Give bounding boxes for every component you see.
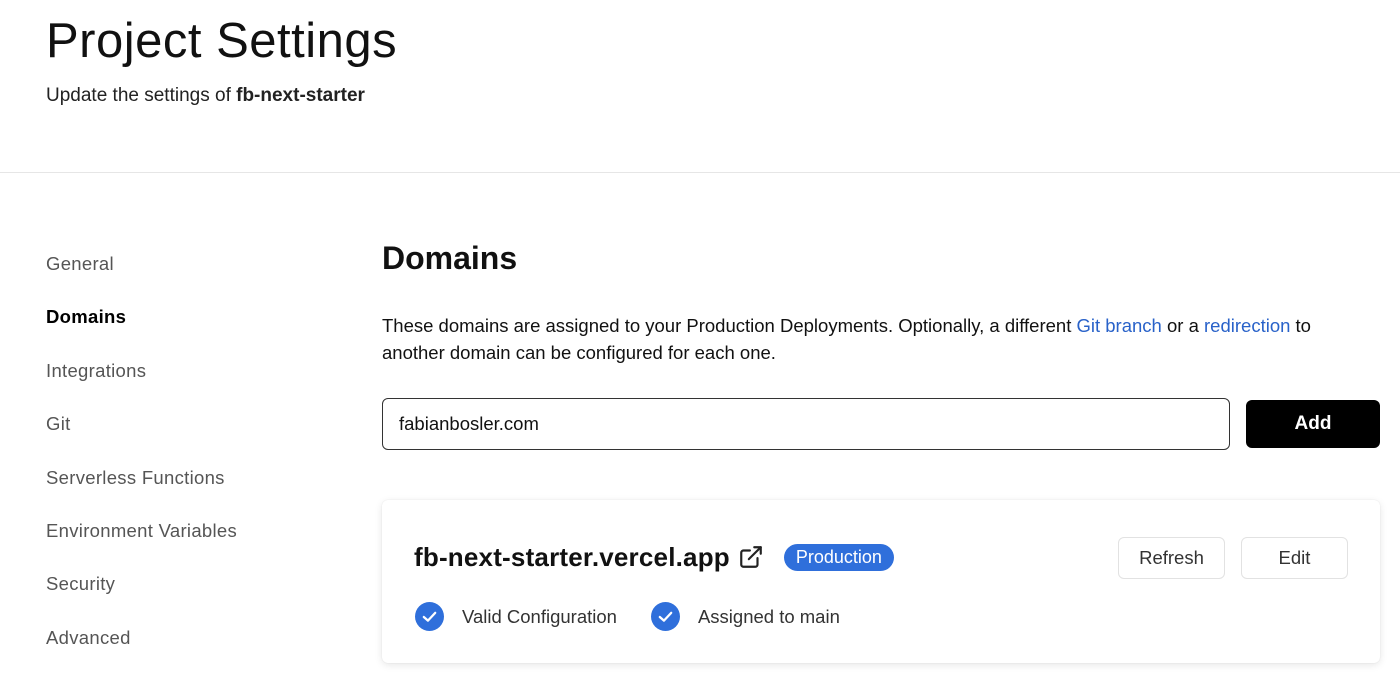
edit-button[interactable]: Edit <box>1241 537 1348 579</box>
redirection-link[interactable]: redirection <box>1204 315 1290 336</box>
domain-card-header: fb-next-starter.vercel.app Production <box>414 540 894 574</box>
refresh-button[interactable]: Refresh <box>1118 537 1225 579</box>
page-header: Project Settings Update the settings of … <box>46 14 397 108</box>
sidebar-item-integrations[interactable]: Integrations <box>46 357 346 410</box>
sidebar-item-serverless-functions[interactable]: Serverless Functions <box>46 464 346 517</box>
status-valid-configuration: Valid Configuration <box>415 602 617 631</box>
project-settings-page: Project Settings Update the settings of … <box>0 0 1400 687</box>
git-branch-link[interactable]: Git branch <box>1076 315 1161 336</box>
sidebar-item-domains[interactable]: Domains <box>46 303 346 356</box>
sidebar-item-general[interactable]: General <box>46 250 346 303</box>
status-label: Valid Configuration <box>462 605 617 627</box>
status-assigned-branch: Assigned to main <box>650 602 840 631</box>
description-text: These domains are assigned to your Produ… <box>382 315 1077 336</box>
sidebar-item-git[interactable]: Git <box>46 410 346 463</box>
add-domain-button[interactable]: Add <box>1246 400 1380 448</box>
domains-section: Domains These domains are assigned to yo… <box>382 238 1380 663</box>
domain-name: fb-next-starter.vercel.app <box>414 541 730 572</box>
page-title: Project Settings <box>46 14 398 68</box>
sidebar-item-security[interactable]: Security <box>46 570 346 623</box>
description-text: or a <box>1161 315 1205 336</box>
check-circle-icon <box>415 602 444 631</box>
sidebar-item-environment-variables[interactable]: Environment Variables <box>46 517 346 570</box>
status-label: Assigned to main <box>697 605 840 627</box>
domains-description: These domains are assigned to your Produ… <box>382 312 1372 366</box>
status-row: Valid Configuration Assigned to main <box>415 602 874 631</box>
section-title: Domains <box>382 240 518 276</box>
project-name: fb-next-starter <box>236 85 365 106</box>
domain-card: fb-next-starter.vercel.app Production Re… <box>382 500 1380 663</box>
external-link-icon[interactable] <box>738 544 764 570</box>
domain-input[interactable] <box>382 398 1230 450</box>
sidebar-item-advanced[interactable]: Advanced <box>46 624 346 677</box>
add-domain-row: Add <box>382 398 1380 450</box>
check-circle-icon <box>650 602 680 631</box>
page-subtitle: Update the settings of fb-next-starter <box>46 84 397 108</box>
settings-sidebar: General Domains Integrations Git Serverl… <box>46 250 346 677</box>
header-divider <box>0 172 1400 173</box>
production-badge: Production <box>783 543 894 571</box>
subtitle-prefix: Update the settings of <box>46 85 237 106</box>
